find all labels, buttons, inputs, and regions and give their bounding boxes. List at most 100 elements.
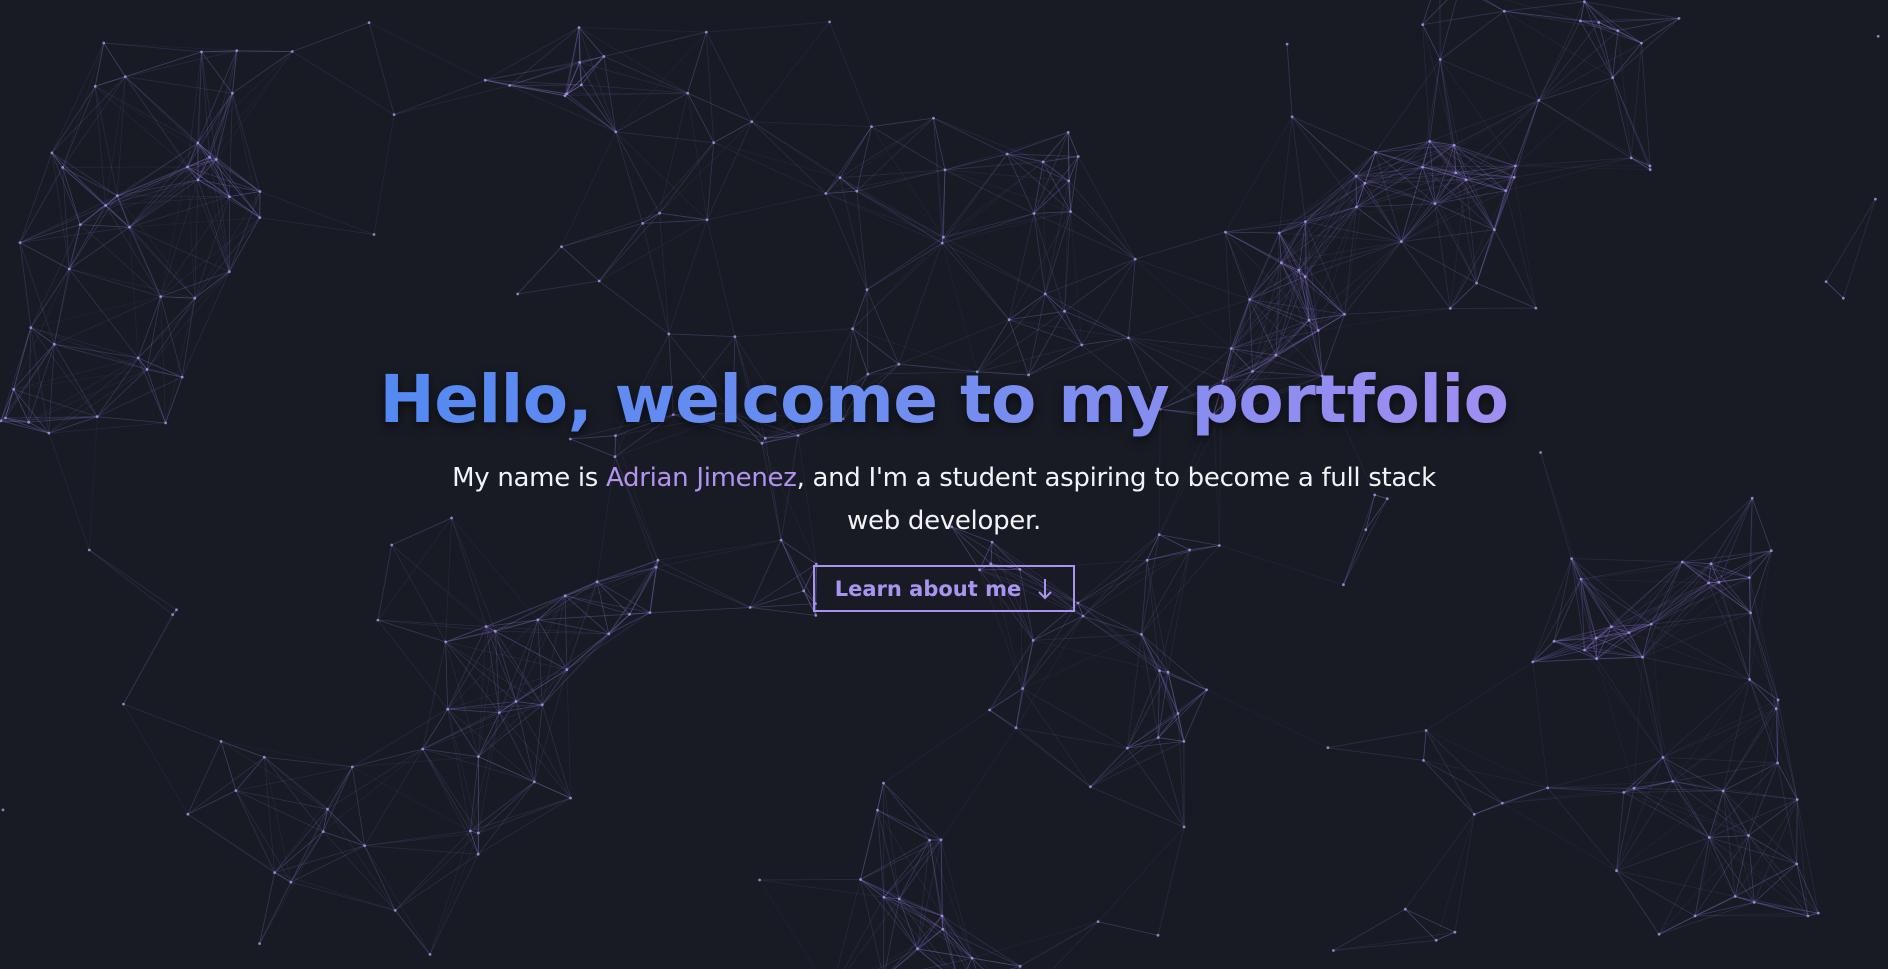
network-node	[1326, 746, 1330, 750]
network-line	[751, 121, 872, 127]
network-line	[445, 641, 479, 757]
learn-about-me-label: Learn about me	[834, 576, 1022, 601]
network-node	[1874, 197, 1877, 201]
network-line	[1033, 213, 1046, 294]
network-line	[971, 957, 984, 969]
network-line	[659, 212, 708, 221]
network-line	[1327, 730, 1427, 749]
network-line	[1628, 632, 1643, 658]
network-node	[1041, 160, 1045, 164]
network-node	[231, 91, 234, 95]
network-line	[259, 217, 375, 235]
network-line	[943, 236, 1010, 320]
network-line	[352, 708, 448, 768]
network-line	[197, 51, 293, 144]
network-line	[515, 701, 571, 799]
network-node	[1583, 0, 1586, 4]
network-line	[713, 142, 841, 178]
network-line	[394, 85, 510, 115]
network-node	[1610, 625, 1613, 629]
network-line	[215, 50, 238, 160]
network-line	[561, 131, 617, 247]
network-line	[1598, 22, 1642, 44]
network-line	[235, 790, 292, 883]
network-line	[327, 808, 365, 846]
network-line	[705, 32, 715, 143]
network-node	[29, 326, 33, 329]
network-node	[273, 871, 276, 874]
network-line	[1344, 241, 1402, 315]
network-node	[122, 702, 125, 706]
network-node	[1021, 687, 1024, 690]
network-node	[1733, 895, 1737, 898]
network-node	[733, 335, 737, 338]
network-line	[687, 31, 707, 94]
network-line	[1128, 299, 1250, 339]
network-node	[876, 808, 879, 812]
network-line	[80, 224, 130, 228]
network-line	[1616, 792, 1625, 871]
network-line	[615, 131, 644, 224]
network-line	[933, 118, 944, 238]
network-node	[932, 116, 935, 120]
network-line	[1135, 231, 1226, 260]
network-line	[1504, 10, 1613, 79]
network-node	[1043, 292, 1047, 296]
network-line	[1502, 787, 1635, 804]
network-node	[750, 120, 754, 124]
network-line	[422, 641, 446, 750]
network-line	[422, 748, 479, 757]
network-node	[1475, 281, 1478, 285]
network-line	[129, 226, 196, 299]
network-line	[1033, 213, 1136, 260]
network-line	[1016, 727, 1128, 749]
network-line	[228, 191, 261, 272]
network-line	[866, 289, 900, 365]
network-line	[1584, 649, 1664, 758]
network-line	[327, 766, 353, 810]
network-line	[1423, 760, 1503, 804]
network-node	[1615, 869, 1618, 873]
network-node	[1081, 614, 1085, 618]
network-line	[1662, 679, 1750, 758]
network-node	[540, 703, 544, 707]
network-node	[514, 700, 518, 703]
network-line	[668, 219, 708, 335]
network-node	[1493, 228, 1496, 232]
network-node	[928, 838, 931, 842]
network-node	[258, 942, 261, 945]
network-line	[608, 612, 651, 635]
network-line	[290, 809, 328, 883]
network-node	[1182, 825, 1186, 829]
learn-about-me-button[interactable]: Learn about me	[812, 565, 1076, 612]
network-line	[1453, 144, 1515, 178]
network-node	[1205, 688, 1208, 692]
network-line	[1405, 908, 1456, 933]
network-line	[445, 641, 517, 702]
network-line	[1672, 780, 1798, 800]
network-line	[51, 152, 70, 270]
network-line	[1722, 708, 1777, 792]
network-line	[1825, 281, 1844, 299]
network-node	[208, 155, 212, 159]
network-line	[485, 27, 580, 81]
network-line	[1355, 176, 1357, 208]
network-node	[1096, 920, 1100, 923]
author-name: Adrian Jimenez	[606, 463, 797, 493]
network-line	[364, 845, 479, 855]
network-node	[1795, 862, 1799, 866]
network-line	[51, 86, 96, 154]
network-line	[259, 882, 292, 944]
network-line	[194, 217, 261, 299]
network-node	[1343, 312, 1346, 316]
network-line	[1068, 180, 1136, 260]
network-line	[1616, 837, 1710, 872]
network-node	[1552, 639, 1556, 643]
network-line	[1584, 1, 1680, 19]
network-node	[1176, 712, 1180, 715]
network-line	[1708, 790, 1724, 838]
network-line	[1439, 10, 1505, 60]
network-line	[478, 669, 568, 757]
network-line	[30, 296, 161, 328]
network-line	[1356, 179, 1467, 208]
